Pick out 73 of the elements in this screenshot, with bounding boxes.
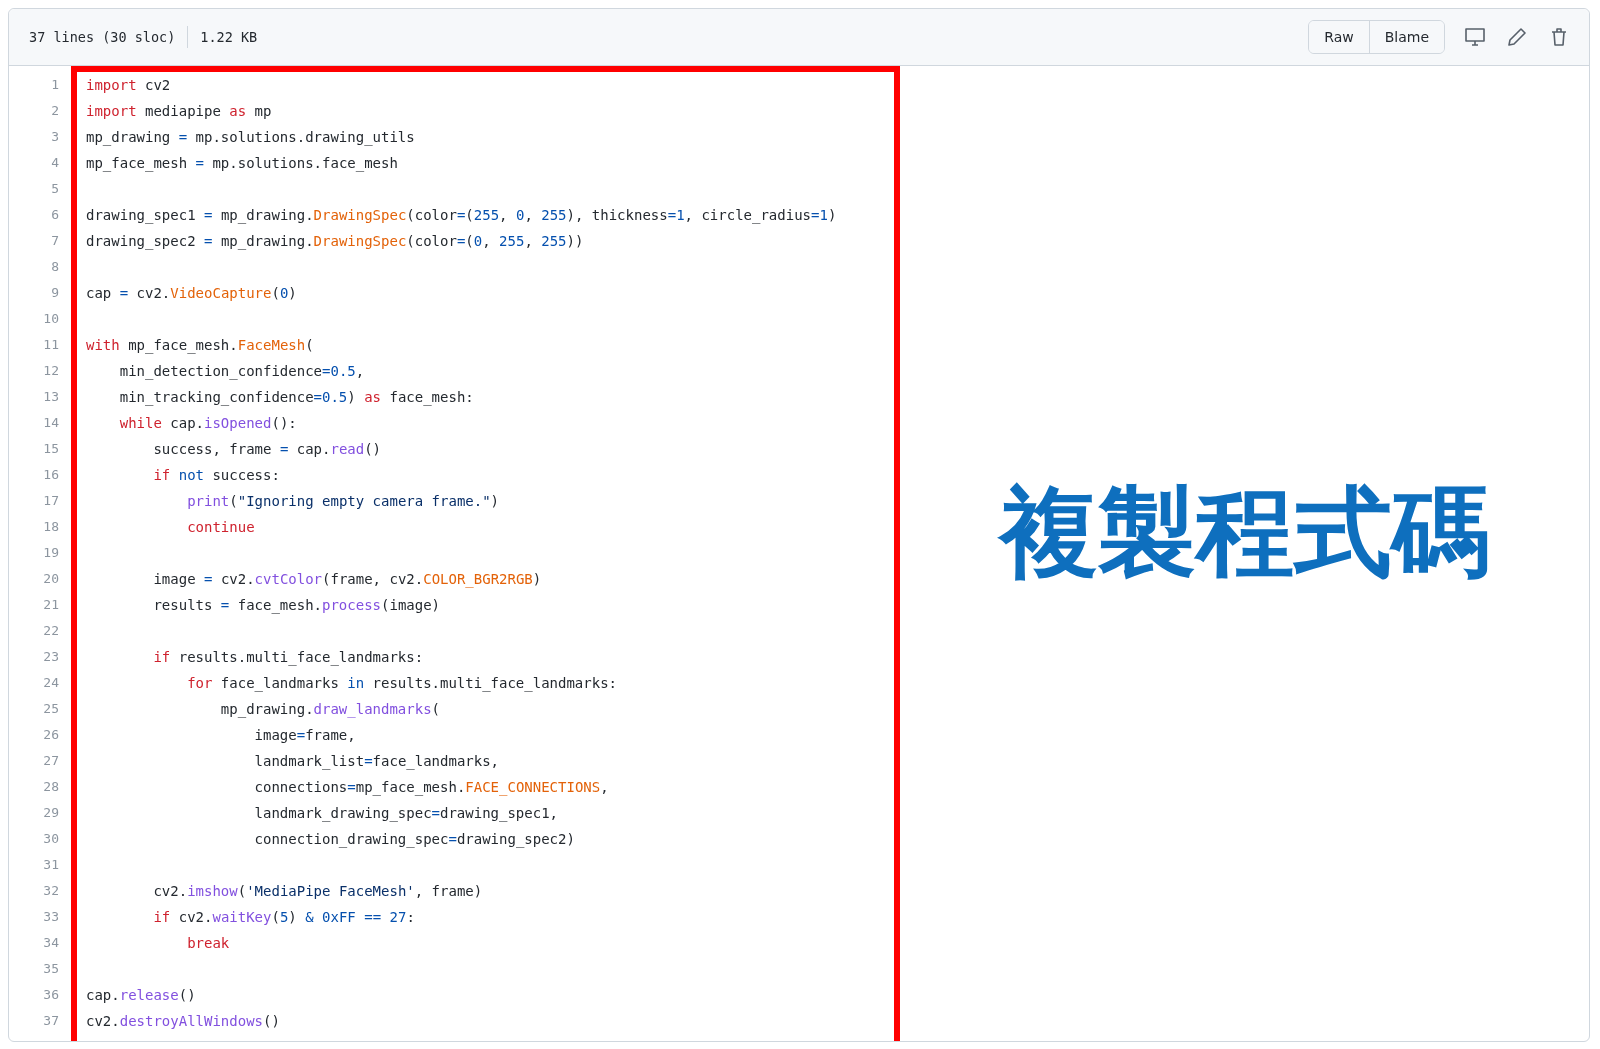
line-number: 16: [42, 466, 60, 484]
line-number: 24: [42, 674, 60, 692]
line-number: 8: [50, 258, 60, 276]
line-number: 7: [50, 232, 60, 250]
line-number: 36: [42, 986, 60, 1004]
line-number: 15: [42, 440, 60, 458]
toolbar-button[interactable]: Raw: [1309, 21, 1370, 53]
line-number: 14: [42, 414, 60, 432]
line-number: 9: [50, 284, 60, 302]
code-line: with mp_face_mesh.FaceMesh(: [86, 336, 315, 356]
line-number: 10: [42, 310, 60, 328]
code-line: drawing_spec2 = mp_drawing.DrawingSpec(color=(0, 255, 255)): [86, 232, 585, 252]
file-size: 1.22 KB: [200, 29, 258, 45]
code-line: print("Ignoring empty camera frame."): [186, 492, 501, 511]
code-line: image=frame,: [253, 726, 357, 745]
code-line: if cv2.waitKey(5) & 0xFF == 27:: [152, 908, 416, 927]
code-line: break: [186, 934, 231, 953]
line-number: 11: [42, 336, 60, 354]
line-number: 12: [42, 362, 60, 380]
code-line: min_tracking_confidence=0.5) as face_mesh:: [118, 388, 475, 408]
line-number: 32: [42, 882, 60, 900]
code-line: if results.multi_face_landmarks:: [152, 648, 425, 668]
line-number: 27: [42, 752, 60, 770]
line-number: 34: [42, 934, 60, 952]
line-number: 18: [42, 518, 60, 536]
code-line: cv2.destroyAllWindows(): [86, 1012, 281, 1031]
line-number: 37: [42, 1012, 60, 1030]
line-count: 37 lines (30 sloc): [29, 29, 176, 45]
line-number: 17: [42, 492, 60, 510]
desktop-icon[interactable]: [1463, 25, 1487, 49]
code-line: connections=mp_face_mesh.FACE_CONNECTIONS,: [253, 778, 610, 798]
code-line: min_detection_confidence=0.5,: [118, 362, 366, 382]
line-number: 6: [50, 206, 60, 224]
code-line: connection_drawing_spec=drawing_spec2): [253, 830, 576, 850]
code-line: cap = cv2.VideoCapture(0): [86, 284, 298, 303]
code-line: landmark_drawing_spec=drawing_spec1,: [253, 804, 560, 824]
line-number: 23: [42, 648, 60, 666]
line-number: 22: [42, 622, 60, 640]
code-line: cv2.imshow('MediaPipe FaceMesh', frame): [152, 882, 484, 901]
line-number: 1: [50, 76, 60, 94]
line-number: 30: [42, 830, 60, 848]
line-number: 4: [50, 154, 60, 172]
line-number: 31: [42, 856, 60, 874]
code-line: for face_landmarks in results.multi_face_landmarks:: [186, 674, 619, 694]
caption-text: 複製程式碼: [999, 473, 1490, 591]
code-line: if not success:: [152, 466, 281, 485]
line-number: 3: [50, 128, 60, 146]
code-line: import cv2: [86, 76, 172, 95]
code-line: drawing_spec1 = mp_drawing.DrawingSpec(color=(255, 0, 255), thickness=1, circle_radius=1): [86, 206, 838, 226]
code-line: mp_drawing.draw_landmarks(: [219, 700, 442, 720]
line-number: 2: [50, 102, 60, 120]
code-line: mp_drawing = mp.solutions.drawing_utils: [86, 128, 416, 148]
line-number: 19: [42, 544, 60, 562]
pencil-icon[interactable]: [1505, 25, 1529, 49]
code-line: landmark_list=face_landmarks,: [253, 752, 501, 772]
line-number: 26: [42, 726, 60, 744]
line-number: 25: [42, 700, 60, 718]
line-number: 20: [42, 570, 60, 588]
line-number: 21: [42, 596, 60, 614]
code-line: continue: [186, 518, 256, 537]
code-line: while cap.isOpened():: [118, 414, 298, 433]
line-number: 5: [50, 180, 60, 198]
line-number: 13: [42, 388, 60, 406]
line-number: 33: [42, 908, 60, 926]
code-line: mp_face_mesh = mp.solutions.face_mesh: [86, 154, 399, 174]
code-line: cap.release(): [86, 986, 197, 1005]
code-line: image = cv2.cvtColor(frame, cv2.COLOR_BGR2RGB): [152, 570, 543, 590]
line-number: 35: [42, 960, 60, 978]
code-line: import mediapipe as mp: [86, 102, 273, 121]
code-line: results = face_mesh.process(image): [152, 596, 442, 616]
line-number: 29: [42, 804, 60, 822]
line-number: 28: [42, 778, 60, 796]
code-line: success, frame = cap.read(): [152, 440, 383, 459]
